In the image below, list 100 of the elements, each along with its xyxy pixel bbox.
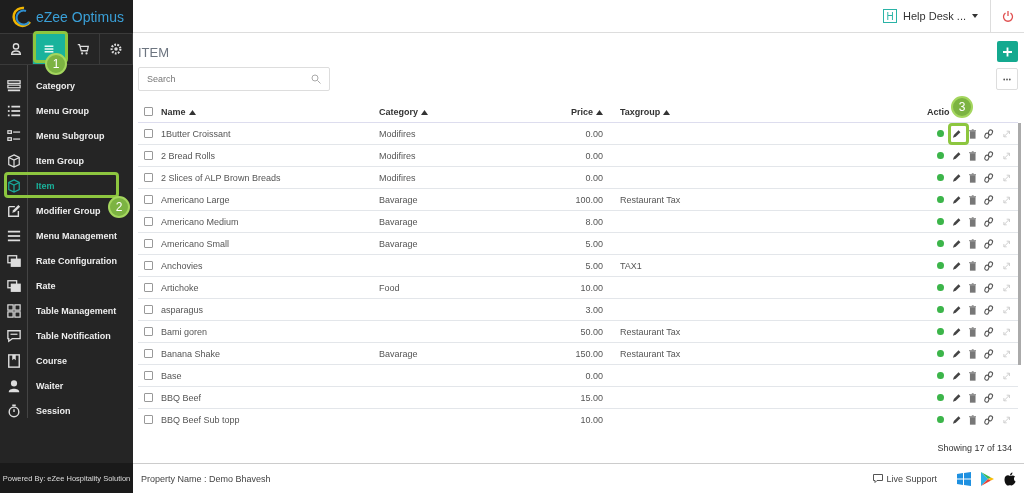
live-support-link[interactable]: Live Support [873,473,937,484]
trash-icon[interactable] [968,216,977,227]
sidebar-item[interactable]: Waiter [0,373,64,398]
sidebar-item[interactable]: Rate [0,273,56,298]
link-icon[interactable] [984,150,994,161]
link-icon[interactable] [984,392,994,403]
sidebar-item[interactable]: Menu Subgroup [0,123,105,148]
link-icon[interactable] [984,128,994,139]
highlight-overlay [948,123,969,145]
edit-icon[interactable] [951,348,961,359]
link-icon[interactable] [984,282,994,293]
play-store-icon[interactable] [981,471,994,486]
link-icon[interactable] [984,370,994,381]
link-icon[interactable] [984,216,994,227]
trash-icon[interactable] [968,282,977,293]
trash-icon[interactable] [968,172,977,183]
trash-icon[interactable] [968,370,977,381]
edit-icon[interactable] [951,150,961,161]
edit-icon[interactable] [951,392,961,403]
link-icon[interactable] [984,238,994,249]
sidebar-item[interactable]: Rate Configuration [0,248,117,273]
table-cell-text: BBQ Beef Sub topp [161,414,241,425]
row-checkbox[interactable] [144,349,153,358]
link-icon[interactable] [984,304,994,315]
sidebar-item[interactable]: Course [0,348,67,373]
edit-icon[interactable] [951,260,961,271]
link-icon[interactable] [984,194,994,205]
trash-icon[interactable] [968,392,977,403]
search-icon [311,74,321,84]
sidebar-item[interactable]: Table Notification [0,323,111,348]
table-cell-text: Artichoke [161,282,200,293]
trash-icon[interactable] [968,304,977,315]
trash-icon[interactable] [968,150,977,161]
trash-icon[interactable] [968,414,977,425]
sort-icon[interactable] [421,109,428,115]
edit-icon[interactable] [951,172,961,183]
column-header[interactable]: Actio [927,106,950,117]
row-checkbox[interactable] [144,305,153,314]
sort-icon[interactable] [663,109,671,115]
sidebar-item[interactable]: Table Management [0,298,117,323]
list-icon [6,78,21,93]
table-cell-text: asparagus [161,304,205,315]
column-header[interactable]: Name [161,106,186,117]
sidebar-item[interactable]: Category [0,73,75,98]
edit-icon[interactable] [951,194,961,205]
sidebar-item[interactable]: Menu Group [0,98,89,123]
row-checkbox[interactable] [144,393,153,402]
trash-icon[interactable] [968,128,977,139]
sidebar-item[interactable]: Item [0,173,55,198]
column-header[interactable]: Price [570,106,593,117]
table-cell-text: 0.00 [584,128,603,139]
edit-icon[interactable] [951,238,961,249]
row-checkbox[interactable] [144,239,153,248]
sidebar-item[interactable]: Modifier Group [0,198,101,223]
edit-icon[interactable] [951,414,961,425]
edit-icon[interactable] [951,370,961,381]
apple-icon[interactable] [1004,471,1016,486]
sort-icon[interactable] [188,109,196,115]
grid-icon [6,303,21,318]
row-checkbox[interactable] [144,173,153,182]
scrollbar[interactable] [1018,123,1021,365]
sidebar-item[interactable]: Menu Management [0,223,117,248]
power-icon[interactable] [1001,10,1014,22]
select-all-checkbox[interactable] [144,107,153,116]
row-checkbox[interactable] [144,217,153,226]
sidebar-item[interactable]: Session [0,398,71,423]
edit-icon[interactable] [951,326,961,337]
link-icon[interactable] [984,172,994,183]
user-icon [9,42,24,56]
page-title: ITEM [138,45,170,60]
edit-icon[interactable] [951,128,961,139]
trash-icon[interactable] [968,260,977,271]
user-menu[interactable]: H Help Desk ... [877,8,990,24]
edit-icon[interactable] [951,282,961,293]
row-checkbox[interactable] [144,129,153,138]
trash-icon[interactable] [968,194,977,205]
trash-icon[interactable] [968,326,977,337]
add-button[interactable] [997,41,1018,62]
cards-icon [6,253,21,268]
sidebar-item[interactable]: Item Group [0,148,84,173]
row-checkbox[interactable] [144,261,153,270]
search-field[interactable]: Search [138,67,330,91]
row-checkbox[interactable] [144,415,153,424]
edit-icon[interactable] [951,304,961,315]
row-checkbox[interactable] [144,327,153,336]
row-checkbox[interactable] [144,195,153,204]
edit-icon[interactable] [951,216,961,227]
link-icon[interactable] [984,326,994,337]
row-checkbox[interactable] [144,371,153,380]
sort-icon[interactable] [596,109,603,115]
link-icon[interactable] [984,260,994,271]
column-header[interactable]: Taxgroup [620,106,661,117]
column-header[interactable]: Category [379,106,418,117]
link-icon[interactable] [984,414,994,425]
trash-icon[interactable] [968,238,977,249]
trash-icon[interactable] [968,348,977,359]
row-checkbox[interactable] [144,283,153,292]
windows-icon[interactable] [957,471,971,486]
row-checkbox[interactable] [144,151,153,160]
link-icon[interactable] [984,348,994,359]
